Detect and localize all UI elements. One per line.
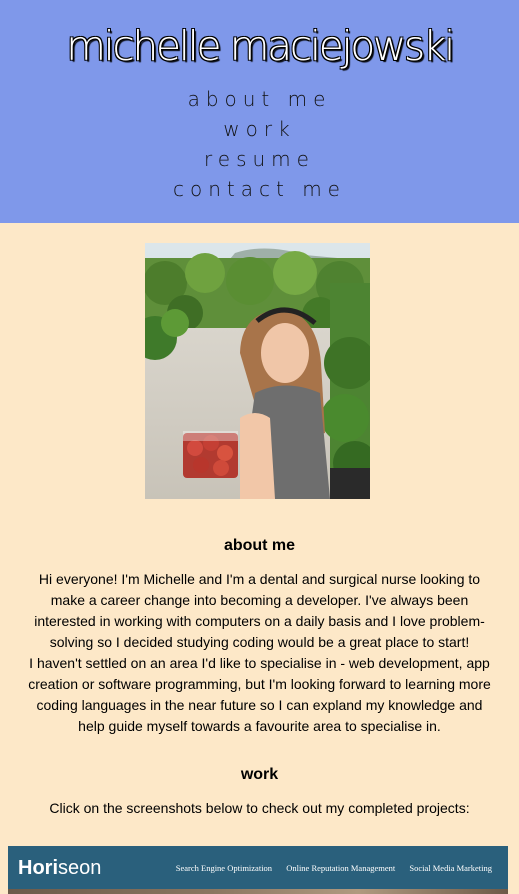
about-line: make a career change into becoming a dev… <box>50 592 469 608</box>
nav-about-me[interactable]: about me <box>0 84 519 114</box>
project-logo-light: seon <box>58 857 102 879</box>
work-heading: work <box>240 766 279 783</box>
profile-photo <box>145 243 370 499</box>
project-logo: Horiseon <box>18 857 101 880</box>
site-header: michelle maciejowski about me work resum… <box>0 0 519 223</box>
about-line: interested in working with computers on … <box>34 613 485 629</box>
site-title: michelle maciejowski <box>66 22 455 70</box>
project-nav: Search Engine Optimization Online Reputa… <box>164 863 492 873</box>
project-nav-item: Online Reputation Management <box>286 863 396 873</box>
about-line: help guide myself towards a favourite ar… <box>78 718 441 734</box>
project-screenshot-horiseon[interactable]: Horiseon Search Engine Optimization Onli… <box>8 846 508 894</box>
project-logo-bold: Hori <box>18 857 58 879</box>
about-line: coding languages in the near future so I… <box>36 697 483 713</box>
main-nav: about me work resume contact me <box>0 84 519 204</box>
about-line: Hi everyone! I'm Michelle and I'm a dent… <box>38 571 481 587</box>
about-line: I haven't settled on an area I'd like to… <box>29 655 490 671</box>
work-intro: Click on the screenshots below to check … <box>49 800 470 816</box>
profile-photo-image <box>145 243 370 499</box>
project-nav-item: Search Engine Optimization <box>175 863 273 873</box>
nav-resume[interactable]: resume <box>0 144 519 174</box>
nav-contact-me[interactable]: contact me <box>0 174 519 204</box>
about-heading: about me <box>223 537 296 554</box>
nav-work[interactable]: work <box>0 114 519 144</box>
project-hero-image <box>8 889 508 894</box>
about-line: creation or software programming, but I'… <box>28 676 491 692</box>
about-line: solving so I decided studying coding wou… <box>49 634 470 650</box>
about-paragraph: Hi everyone! I'm Michelle and I'm a dent… <box>10 569 509 737</box>
project-nav-item: Social Media Marketing <box>409 863 492 873</box>
